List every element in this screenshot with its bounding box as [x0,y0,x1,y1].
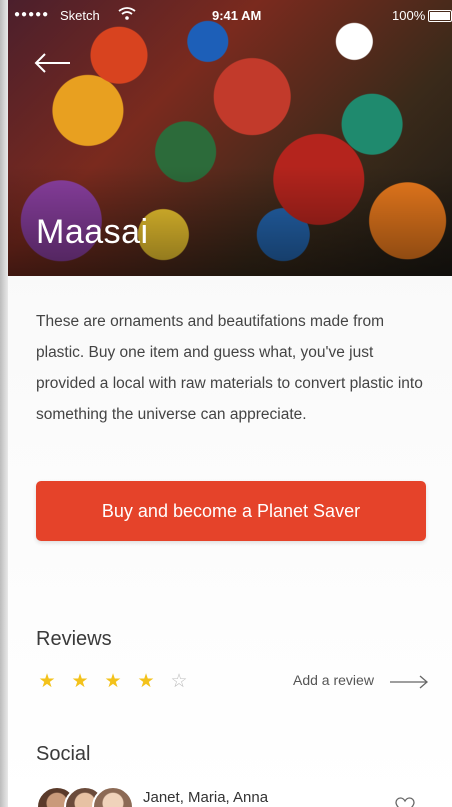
product-description: These are ornaments and beautifations ma… [36,313,423,423]
arrow-right-icon[interactable] [388,673,430,691]
wifi-icon [118,6,136,25]
page-title: Maasai [36,213,149,251]
avatar[interactable] [92,786,134,807]
star-icon[interactable]: ★ [135,671,157,693]
buy-button[interactable]: Buy and become a Planet Saver [36,481,426,541]
reviews-heading: Reviews [36,628,112,650]
add-review-link[interactable]: Add a review [293,672,374,688]
social-heading: Social [36,743,91,765]
star-outline-icon[interactable]: ☆ [168,671,190,693]
battery-percent: 100% [392,8,426,23]
social-names: Janet, Maria, Anna [143,789,269,806]
clock: 9:41 AM [212,8,262,23]
star-icon[interactable]: ★ [102,671,124,693]
star-icon[interactable]: ★ [69,671,91,693]
avatar-group[interactable] [36,786,140,807]
app-screen: ●●●●● Sketch 9:41 AM 100% Maasai These a… [8,0,452,807]
star-icon[interactable]: ★ [36,671,58,693]
battery-icon [428,10,452,22]
signal-icon: ●●●●● [14,9,50,20]
status-bar: ●●●●● Sketch 9:41 AM 100% [8,6,452,28]
window-edge [0,0,8,807]
hero-image: ●●●●● Sketch 9:41 AM 100% Maasai [8,0,452,276]
back-arrow-icon[interactable] [32,48,72,78]
heart-icon[interactable] [395,797,415,807]
carrier-label: Sketch [60,8,100,23]
star-rating[interactable]: ★ ★ ★ ★ ☆ [36,671,201,693]
